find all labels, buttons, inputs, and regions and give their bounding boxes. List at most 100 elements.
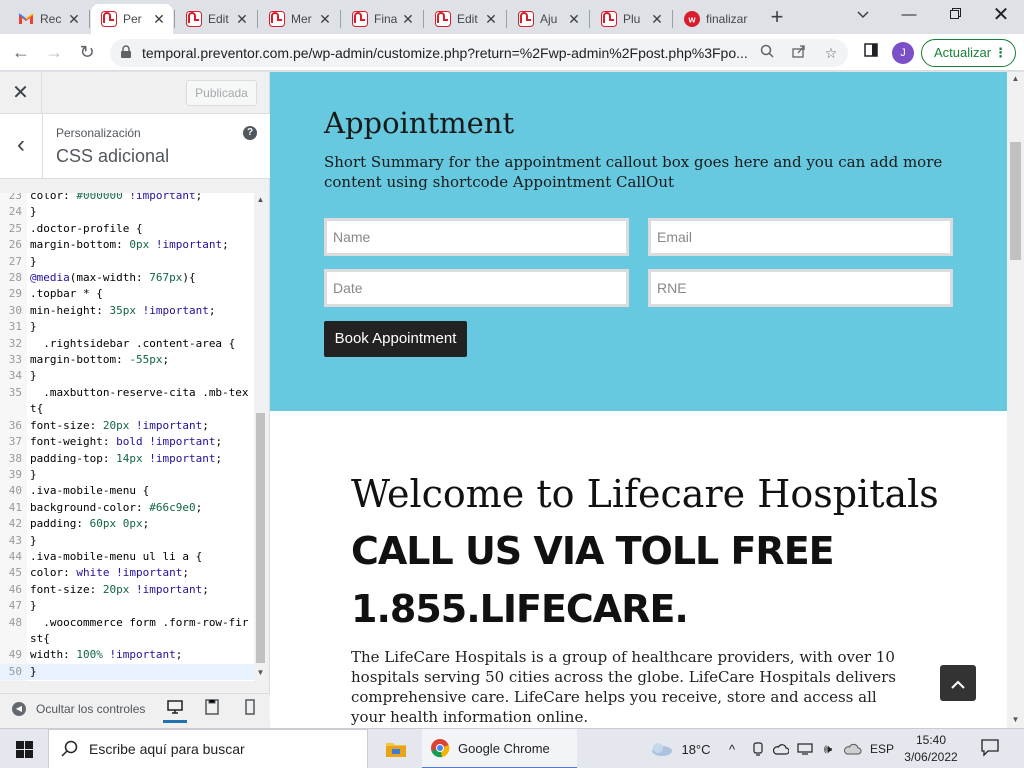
new-tab-button[interactable]: + bbox=[765, 6, 789, 30]
code-line[interactable]: 26 margin-bottom: 0px !important; bbox=[0, 237, 254, 253]
back-chevron-button[interactable]: ‹ bbox=[0, 114, 43, 179]
code-line[interactable]: 48 .woocommerce form .form-row-first{ bbox=[0, 615, 254, 648]
code-line[interactable]: 47} bbox=[0, 598, 254, 614]
preview-scrollbar[interactable]: ▲ ▼ bbox=[1007, 72, 1024, 728]
code-text[interactable]: margin-bottom: -55px; bbox=[26, 352, 254, 368]
code-text[interactable]: .topbar * { bbox=[26, 286, 254, 302]
tablet-preview-button[interactable] bbox=[200, 699, 224, 723]
code-line[interactable]: 34} bbox=[0, 368, 254, 384]
editor-scrollbar[interactable]: ▲ ▼ bbox=[254, 193, 267, 681]
code-line[interactable]: 29 .topbar * { bbox=[0, 286, 254, 302]
browser-tab[interactable]: Per ✕ bbox=[91, 4, 173, 34]
forward-button[interactable]: → bbox=[41, 39, 67, 65]
side-panel-icon[interactable] bbox=[862, 43, 880, 61]
code-text[interactable]: padding: 60px 0px; bbox=[26, 516, 254, 532]
publish-button[interactable]: Publicada bbox=[186, 80, 257, 106]
code-text[interactable]: .iva-mobile-menu ul li a { bbox=[26, 549, 254, 565]
code-line[interactable]: 46 font-size: 20px !important; bbox=[0, 582, 254, 598]
browser-tab[interactable]: Mer ✕ bbox=[259, 4, 339, 34]
share-icon[interactable] bbox=[790, 44, 808, 62]
code-text[interactable]: } bbox=[26, 533, 254, 549]
scroll-down-arrow-icon[interactable]: ▼ bbox=[1007, 715, 1024, 724]
code-text[interactable]: } bbox=[26, 254, 254, 270]
close-window-button[interactable]: ✕ bbox=[978, 2, 1024, 30]
start-button[interactable] bbox=[0, 729, 48, 768]
code-line[interactable]: 44 .iva-mobile-menu ul li a { bbox=[0, 549, 254, 565]
code-line[interactable]: 33 margin-bottom: -55px; bbox=[0, 352, 254, 368]
editor-scroll-thumb[interactable] bbox=[256, 413, 265, 663]
code-line[interactable]: 24} bbox=[0, 204, 254, 220]
help-icon[interactable]: ? bbox=[243, 126, 257, 140]
language-indicator[interactable]: ESP bbox=[868, 729, 896, 768]
code-line[interactable]: 30 min-height: 35px !important; bbox=[0, 303, 254, 319]
code-text[interactable]: background-color: #66c9e0; bbox=[26, 500, 254, 516]
code-line[interactable]: 25 .doctor-profile { bbox=[0, 221, 254, 237]
code-line[interactable]: 39} bbox=[0, 467, 254, 483]
browser-tab[interactable]: w finalizar bbox=[674, 4, 760, 34]
taskbar-search-box[interactable]: Escribe aquí para buscar bbox=[48, 729, 368, 768]
file-explorer-button[interactable] bbox=[376, 729, 416, 768]
code-line[interactable]: 27} bbox=[0, 254, 254, 270]
code-text[interactable]: min-height: 35px !important; bbox=[26, 303, 254, 319]
close-tab-icon[interactable]: ✕ bbox=[566, 11, 582, 27]
code-text[interactable]: color: white !important; bbox=[26, 565, 254, 581]
browser-tab[interactable]: Edit ✕ bbox=[425, 4, 505, 34]
chrome-taskbar-button[interactable]: Google Chrome bbox=[422, 729, 577, 768]
browser-tab[interactable]: Edit ✕ bbox=[176, 4, 256, 34]
email-field[interactable]: Email bbox=[648, 218, 953, 256]
code-lines[interactable]: 23 color: #000000 !important; 24} 25 .doctor… bbox=[0, 193, 254, 681]
code-line[interactable]: 38 padding-top: 14px !important; bbox=[0, 451, 254, 467]
mobile-preview-button[interactable] bbox=[238, 699, 262, 723]
code-text[interactable]: } bbox=[26, 598, 254, 614]
browser-tab[interactable]: Rec ✕ bbox=[8, 4, 88, 34]
close-tab-icon[interactable]: ✕ bbox=[317, 11, 333, 27]
tray-chevron-up-icon[interactable]: ^ bbox=[722, 729, 742, 768]
book-appointment-button[interactable]: Book Appointment bbox=[324, 321, 467, 357]
rne-field[interactable]: RNE bbox=[648, 269, 953, 307]
css-code-editor[interactable]: 23 color: #000000 !important; 24} 25 .doctor… bbox=[0, 193, 267, 681]
code-line[interactable]: 49 width: 100% !important; bbox=[0, 647, 254, 663]
address-bar[interactable]: temporal.preventor.com.pe/wp-admin/custo… bbox=[110, 39, 848, 67]
code-line[interactable]: 50} bbox=[0, 663, 254, 681]
code-text[interactable]: } bbox=[26, 319, 254, 335]
back-button[interactable]: ← bbox=[8, 39, 34, 65]
code-line[interactable]: 43} bbox=[0, 533, 254, 549]
scroll-to-top-button[interactable] bbox=[940, 665, 976, 701]
weather-icon[interactable] bbox=[646, 729, 676, 768]
scroll-up-arrow-icon[interactable]: ▲ bbox=[254, 195, 267, 204]
code-text[interactable]: font-weight: bold !important; bbox=[26, 434, 254, 450]
bookmark-star-icon[interactable]: ☆ bbox=[822, 44, 840, 62]
tab-search-button[interactable] bbox=[840, 2, 886, 30]
code-line[interactable]: 36 font-size: 20px !important; bbox=[0, 418, 254, 434]
code-text[interactable]: .maxbutton-reserve-cita .mb-text{ bbox=[26, 385, 254, 418]
reload-button[interactable]: ↻ bbox=[74, 39, 100, 65]
code-text[interactable]: .iva-mobile-menu { bbox=[26, 483, 254, 499]
code-text[interactable]: } bbox=[26, 204, 254, 220]
code-text[interactable]: } bbox=[26, 664, 254, 680]
code-line[interactable]: 40 .iva-mobile-menu { bbox=[0, 483, 254, 499]
code-line[interactable]: 41 background-color: #66c9e0; bbox=[0, 500, 254, 516]
close-tab-icon[interactable]: ✕ bbox=[649, 11, 665, 27]
cloud-sync-icon[interactable] bbox=[842, 729, 864, 768]
scroll-up-arrow-icon[interactable]: ▲ bbox=[1007, 74, 1024, 83]
code-text[interactable]: padding-top: 14px !important; bbox=[26, 451, 254, 467]
code-text[interactable]: font-size: 20px !important; bbox=[26, 418, 254, 434]
zoom-icon[interactable] bbox=[758, 44, 776, 62]
temperature-text[interactable]: 18°C bbox=[676, 729, 716, 768]
name-field[interactable]: Name bbox=[324, 218, 629, 256]
close-tab-icon[interactable]: ✕ bbox=[400, 11, 416, 27]
desktop-preview-button[interactable] bbox=[163, 699, 187, 723]
code-line[interactable]: 28 @media(max-width: 767px){ bbox=[0, 270, 254, 286]
browser-tab[interactable]: Fina ✕ bbox=[342, 4, 422, 34]
code-line[interactable]: 42 padding: 60px 0px; bbox=[0, 516, 254, 532]
hide-controls-button[interactable]: ◀ Ocultar los controles bbox=[12, 702, 145, 716]
browser-tab[interactable]: Plu ✕ bbox=[591, 4, 671, 34]
close-customizer-button[interactable]: ✕ bbox=[0, 72, 42, 114]
close-tab-icon[interactable]: ✕ bbox=[483, 11, 499, 27]
code-text[interactable]: } bbox=[26, 467, 254, 483]
code-text[interactable]: color: #000000 !important; bbox=[26, 193, 254, 204]
profile-avatar[interactable]: J bbox=[892, 42, 914, 64]
volume-icon[interactable]: 🕪 bbox=[818, 729, 838, 768]
code-line[interactable]: 45 color: white !important; bbox=[0, 565, 254, 581]
code-line[interactable]: 37 font-weight: bold !important; bbox=[0, 434, 254, 450]
